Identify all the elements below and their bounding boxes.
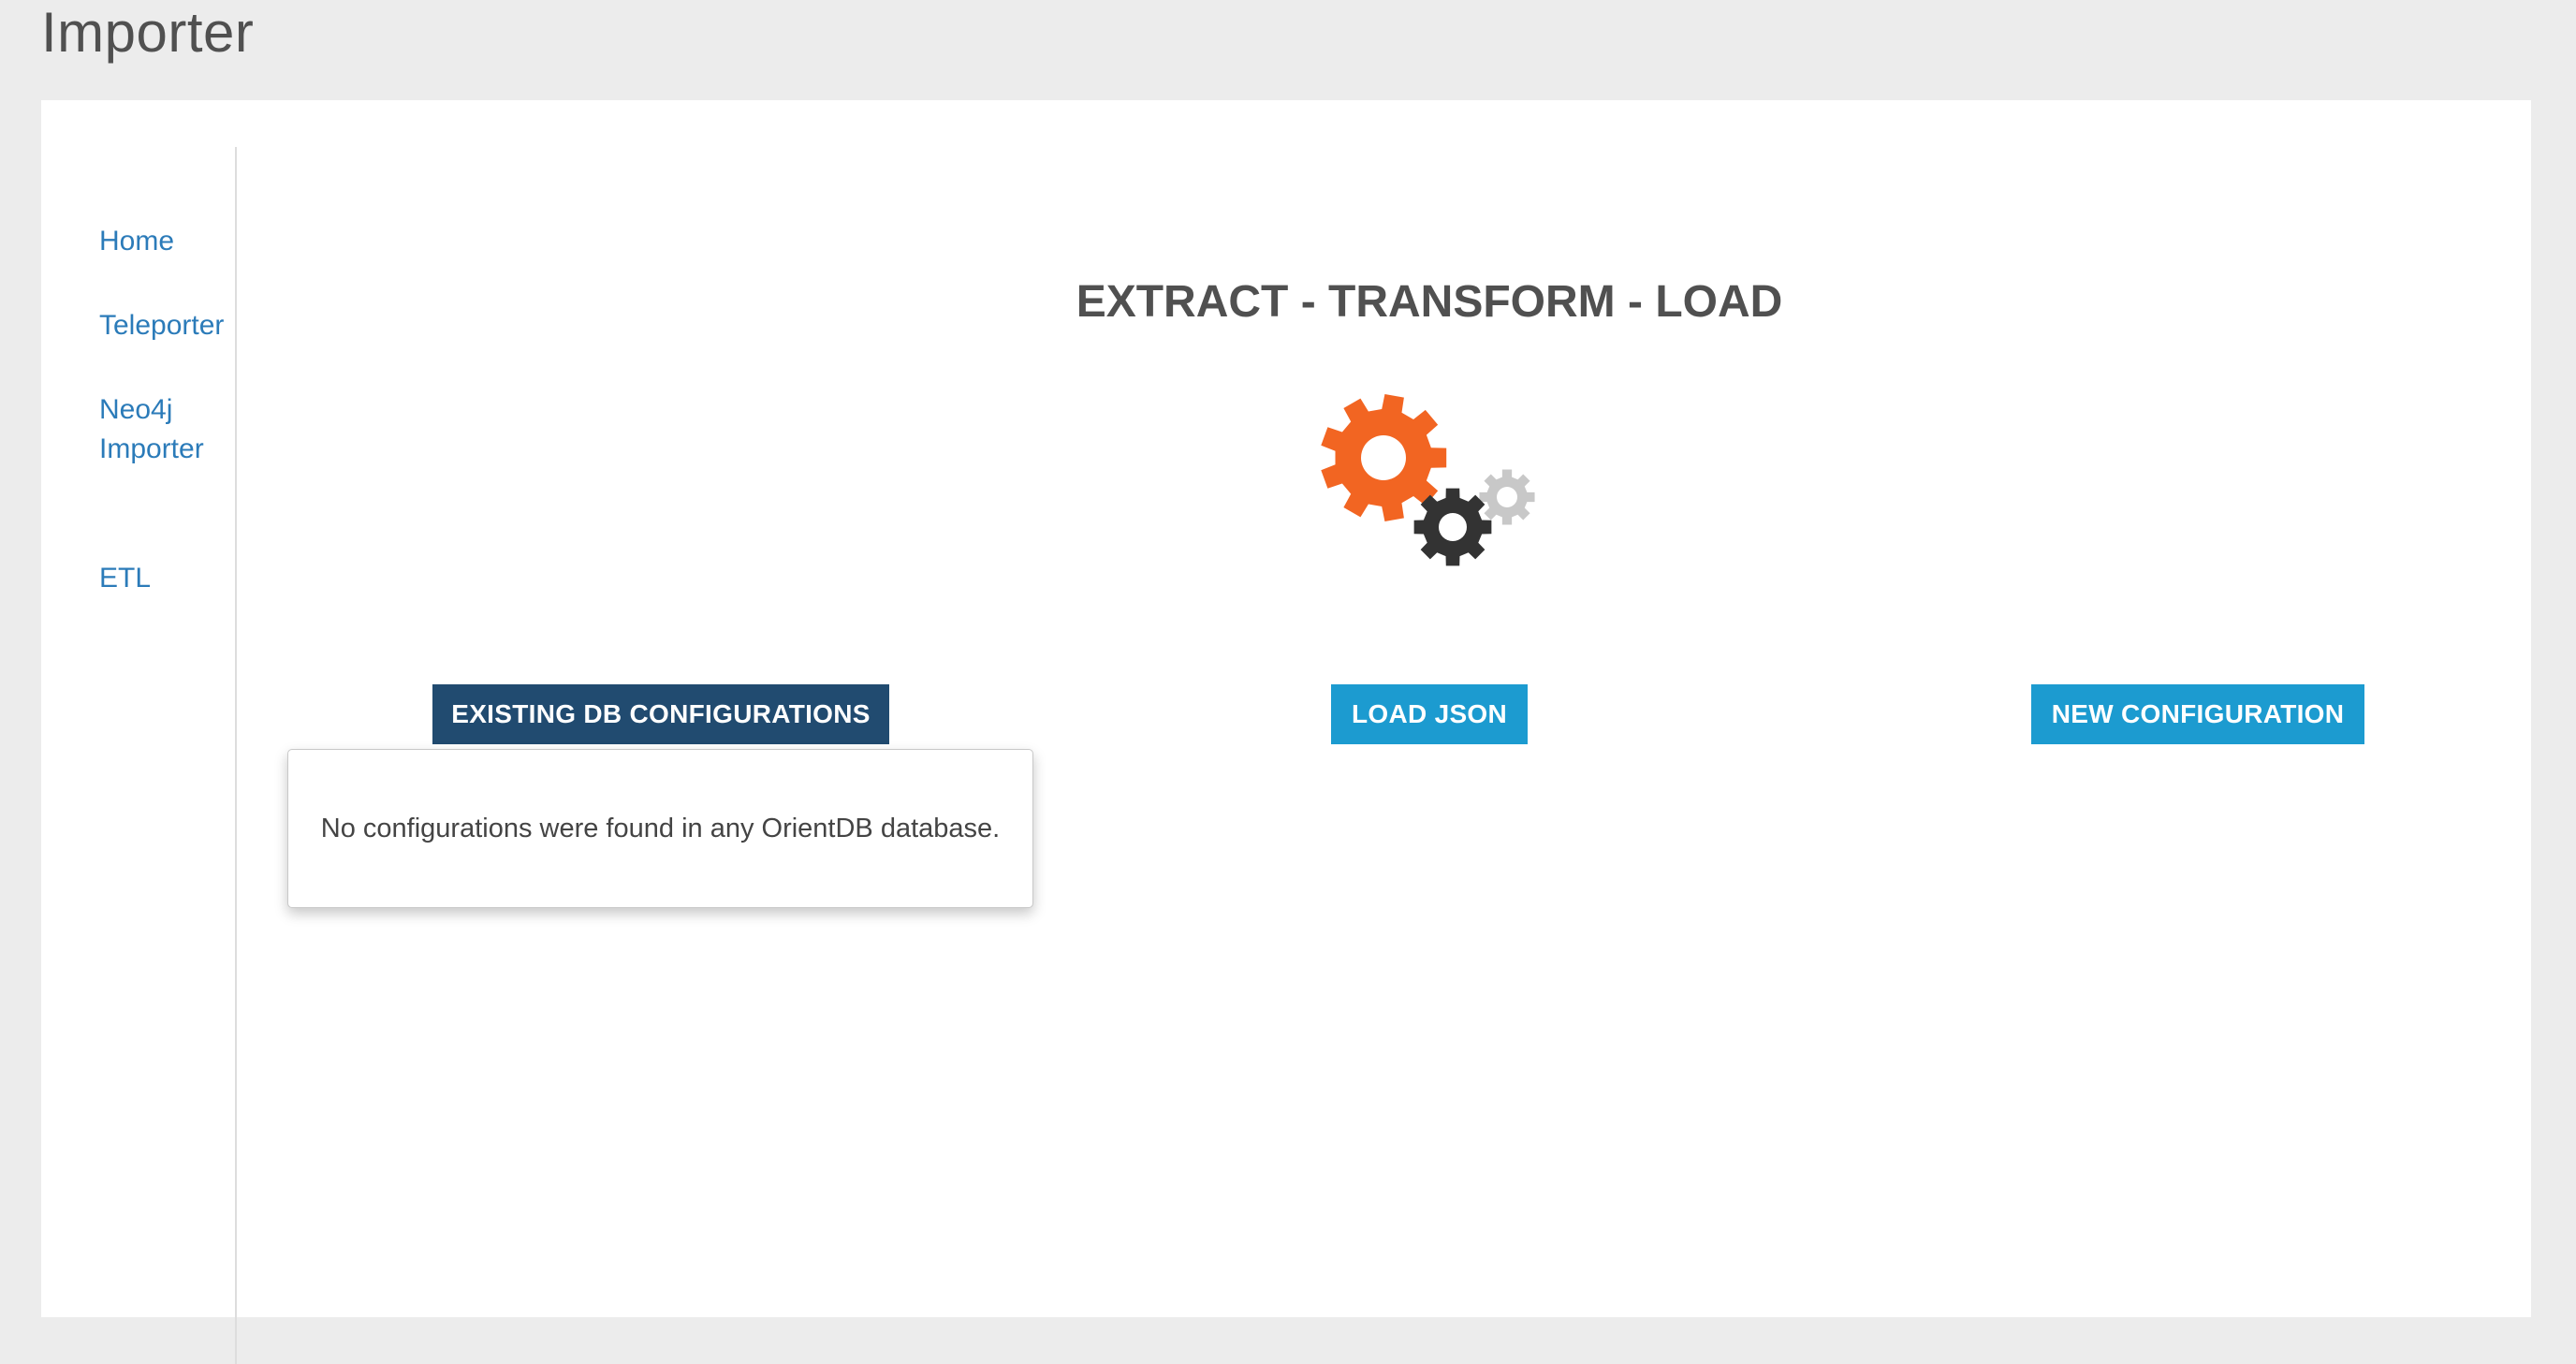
new-configuration-button[interactable]: NEW CONFIGURATION [2031,684,2364,744]
load-json-button[interactable]: LOAD JSON [1331,684,1528,744]
gear-light-icon-hole [1497,487,1517,507]
sidebar-item-teleporter[interactable]: Teleporter [99,306,224,345]
configurations-popover: No configurations were found in any Orie… [287,749,1033,908]
gears-icon [1321,394,1535,566]
existing-db-configurations-button[interactable]: EXISTING DB CONFIGURATIONS [432,684,889,744]
gear-dark-icon-hole [1439,513,1467,541]
sidebar-item-neo4j-importer[interactable]: Neo4j Importer [99,390,240,469]
sidebar-item-home[interactable]: Home [99,222,174,261]
gear-orange-icon-hole [1361,435,1406,480]
main-panel: Home Teleporter Neo4j Importer ETL EXTRA… [41,100,2531,1364]
etl-heading: EXTRACT - TRANSFORM - LOAD [1076,277,1783,327]
page-title: Importer [41,1,255,64]
no-configurations-message: No configurations were found in any Orie… [320,814,1001,843]
sidebar-item-etl[interactable]: ETL [99,559,151,598]
